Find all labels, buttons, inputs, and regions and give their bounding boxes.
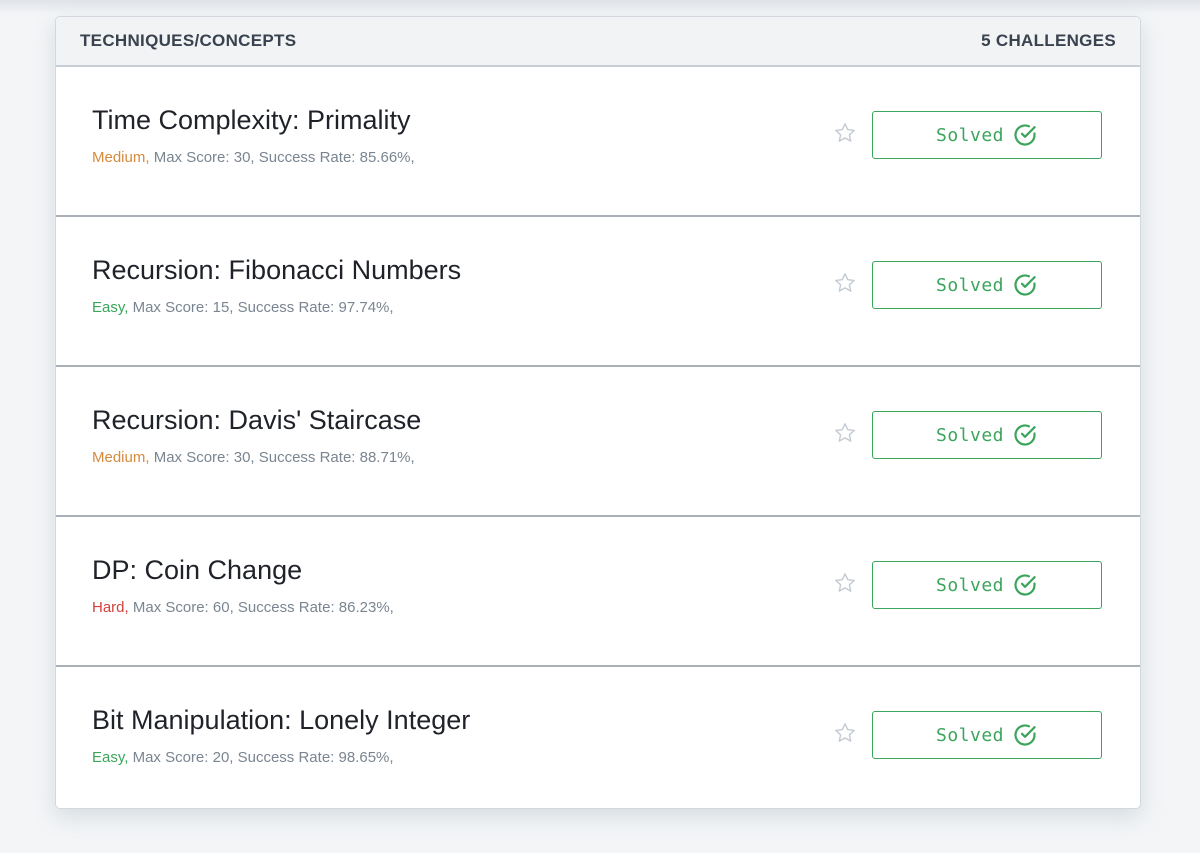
- challenge-details: Max Score: 30, Success Rate: 85.66%,: [153, 149, 415, 166]
- star-outline-icon[interactable]: [833, 271, 857, 295]
- challenge-row: Time Complexity: Primality Medium, Max S…: [56, 67, 1140, 217]
- difficulty-label: Hard,: [92, 599, 129, 616]
- solved-label: Solved: [935, 124, 1005, 146]
- challenge-row: Bit Manipulation: Lonely Integer Easy, M…: [56, 667, 1140, 808]
- star-outline-icon[interactable]: [833, 421, 857, 445]
- star-outline-icon[interactable]: [833, 571, 857, 595]
- circle-check-icon: [1014, 424, 1036, 446]
- solved-button[interactable]: Solved: [872, 261, 1102, 309]
- top-fade: [0, 0, 1200, 14]
- challenge-title[interactable]: Time Complexity: Primality: [92, 105, 411, 136]
- star-outline-icon[interactable]: [833, 721, 857, 745]
- difficulty-label: Easy,: [92, 299, 129, 316]
- panel-header: TECHNIQUES/CONCEPTS 5 CHALLENGES: [56, 17, 1140, 67]
- challenge-meta: Medium, Max Score: 30, Success Rate: 88.…: [92, 449, 415, 466]
- challenge-title[interactable]: Recursion: Fibonacci Numbers: [92, 255, 461, 286]
- difficulty-label: Medium,: [92, 449, 150, 466]
- solved-label: Solved: [935, 274, 1005, 296]
- challenge-row: DP: Coin Change Hard, Max Score: 60, Suc…: [56, 517, 1140, 667]
- difficulty-label: Easy,: [92, 749, 129, 766]
- challenge-details: Max Score: 30, Success Rate: 88.71%,: [153, 449, 415, 466]
- challenge-title[interactable]: Recursion: Davis' Staircase: [92, 405, 421, 436]
- challenge-details: Max Score: 15, Success Rate: 97.74%,: [132, 299, 394, 316]
- solved-label: Solved: [935, 424, 1005, 446]
- circle-check-icon: [1014, 124, 1036, 146]
- star-outline-icon[interactable]: [833, 121, 857, 145]
- circle-check-icon: [1014, 724, 1036, 746]
- solved-button[interactable]: Solved: [872, 111, 1102, 159]
- challenge-meta: Medium, Max Score: 30, Success Rate: 85.…: [92, 149, 415, 166]
- challenge-meta: Easy, Max Score: 15, Success Rate: 97.74…: [92, 299, 394, 316]
- challenge-details: Max Score: 60, Success Rate: 86.23%,: [132, 599, 394, 616]
- challenge-meta: Hard, Max Score: 60, Success Rate: 86.23…: [92, 599, 394, 616]
- challenge-count: 5 CHALLENGES: [981, 31, 1116, 50]
- challenge-details: Max Score: 20, Success Rate: 98.65%,: [132, 749, 394, 766]
- section-title: TECHNIQUES/CONCEPTS: [80, 31, 297, 50]
- challenge-meta: Easy, Max Score: 20, Success Rate: 98.65…: [92, 749, 394, 766]
- challenges-panel: TECHNIQUES/CONCEPTS 5 CHALLENGES Time Co…: [55, 16, 1141, 809]
- challenge-title[interactable]: DP: Coin Change: [92, 555, 302, 586]
- solved-button[interactable]: Solved: [872, 711, 1102, 759]
- challenge-row: Recursion: Davis' Staircase Medium, Max …: [56, 367, 1140, 517]
- solved-label: Solved: [935, 574, 1005, 596]
- difficulty-label: Medium,: [92, 149, 150, 166]
- solved-button[interactable]: Solved: [872, 561, 1102, 609]
- challenge-title[interactable]: Bit Manipulation: Lonely Integer: [92, 705, 470, 736]
- challenge-row: Recursion: Fibonacci Numbers Easy, Max S…: [56, 217, 1140, 367]
- circle-check-icon: [1014, 574, 1036, 596]
- circle-check-icon: [1014, 274, 1036, 296]
- solved-button[interactable]: Solved: [872, 411, 1102, 459]
- solved-label: Solved: [935, 724, 1005, 746]
